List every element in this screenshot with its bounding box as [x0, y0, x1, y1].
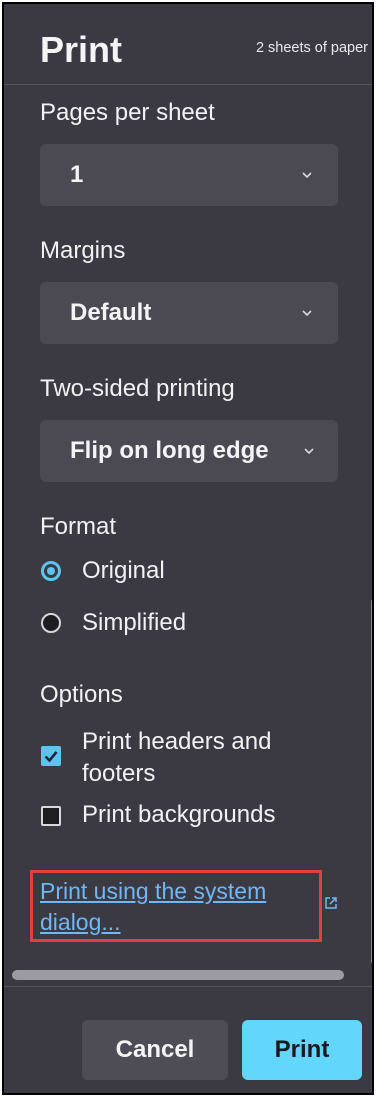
print-backgrounds-label: Print backgrounds	[82, 801, 276, 828]
margins-select[interactable]: Default	[40, 282, 338, 344]
cancel-button[interactable]: Cancel	[82, 1020, 228, 1080]
print-button[interactable]: Print	[242, 1020, 362, 1080]
print-panel: Print 2 sheets of paper Pages per sheet …	[2, 2, 374, 1095]
pages-per-sheet-value: 1	[70, 161, 84, 188]
sheet-count: 2 sheets of paper	[255, 40, 368, 56]
radio-unselected-icon	[41, 613, 61, 633]
chevron-down-icon	[304, 448, 314, 455]
chevron-down-icon	[302, 172, 312, 179]
external-link-icon	[325, 897, 337, 909]
format-label: Format	[40, 513, 117, 540]
system-dialog-link[interactable]: Print using the system dialog...	[40, 876, 320, 938]
format-simplified-label: Simplified	[82, 609, 187, 636]
vertical-scrollbar-thumb[interactable]	[371, 599, 372, 964]
options-label: Options	[40, 681, 123, 708]
two-sided-select[interactable]: Flip on long edge	[40, 420, 338, 482]
horizontal-scrollbar-thumb[interactable]	[12, 970, 344, 980]
format-original-label: Original	[82, 557, 165, 584]
two-sided-value: Flip on long edge	[70, 437, 269, 464]
pages-per-sheet-label: Pages per sheet	[40, 99, 215, 126]
two-sided-label: Two-sided printing	[40, 375, 235, 402]
checkbox-unchecked-icon	[41, 806, 61, 826]
print-header: Print 2 sheets of paper	[40, 26, 370, 76]
header-divider	[4, 84, 372, 85]
margins-label: Margins	[40, 237, 126, 264]
radio-selected-icon	[41, 561, 61, 581]
page-title: Print	[40, 29, 123, 70]
pages-per-sheet-select[interactable]: 1	[40, 144, 338, 206]
checkbox-checked-icon	[41, 746, 61, 766]
print-headers-footers-checkbox[interactable]: Print headers and footers	[40, 726, 340, 790]
footer-divider	[4, 986, 372, 987]
print-headers-footers-label: Print headers and footers	[82, 728, 272, 787]
chevron-down-icon	[302, 310, 312, 317]
margins-value: Default	[70, 299, 152, 326]
